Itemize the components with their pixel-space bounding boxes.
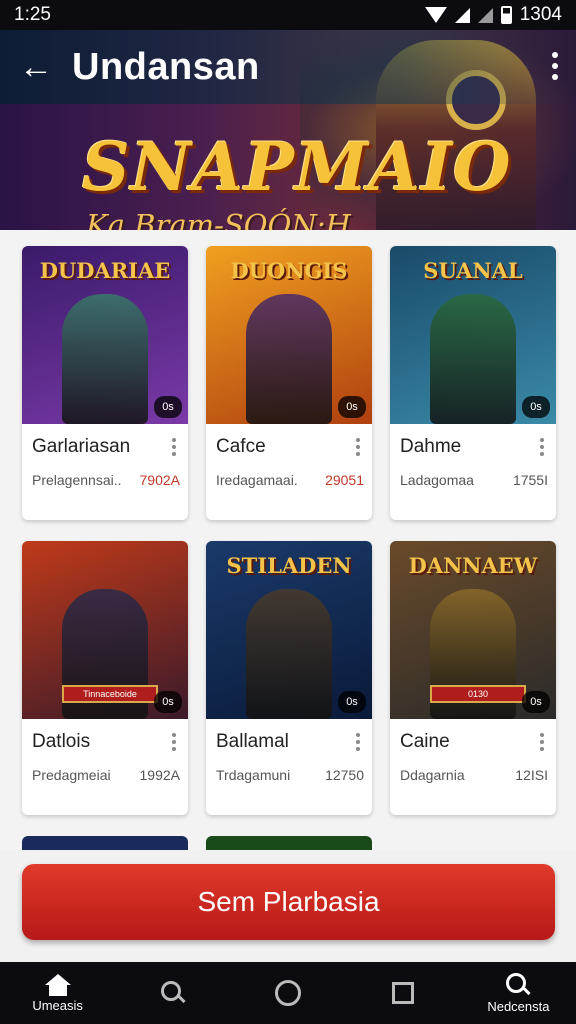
status-bar: 1:25 1304 <box>0 0 576 30</box>
game-card-subtitle: Ladagomaa <box>400 472 474 488</box>
game-card-title: Ballamal <box>216 731 289 752</box>
wifi-icon <box>424 7 447 23</box>
game-card-art-title: DUONGIS <box>230 258 348 283</box>
game-card-price: 7902A <box>139 472 180 488</box>
game-card-title: Cafce <box>216 436 266 457</box>
card-more-icon[interactable] <box>356 438 362 456</box>
search-icon-secondary <box>506 972 530 997</box>
app-bar: ← Undansan <box>0 30 576 104</box>
game-card-peek[interactable] <box>22 836 188 850</box>
game-card-badge: 0s <box>338 691 366 713</box>
status-right-text: 1304 <box>519 4 562 25</box>
game-card-title: Datlois <box>32 731 91 752</box>
game-card-subtitle: Predagmeiai <box>32 767 111 783</box>
game-card-art: STILADEN 0s <box>206 541 372 719</box>
game-grid: DUDARIAE 0s Garlariasan Prelagennsai.. 7… <box>0 230 576 850</box>
nav-home-label: Umeasis <box>32 997 83 1013</box>
game-card-art-title: DANNAEW <box>408 553 538 578</box>
game-card-badge: 0s <box>154 396 182 418</box>
game-card-subtitle: Trdagamuni <box>216 767 291 783</box>
status-icons: 1304 <box>424 4 562 26</box>
game-card-price: 12ISI <box>515 767 548 783</box>
game-card-title: Dahme <box>400 436 462 457</box>
card-more-icon[interactable] <box>172 733 178 751</box>
game-card-art-title: SUANAL <box>423 258 523 283</box>
game-card-subtitle: Prelagennsai.. <box>32 472 122 488</box>
card-more-icon[interactable] <box>356 733 362 751</box>
nav-right-label: Nedcensta <box>487 998 550 1014</box>
game-card-art-title: DUDARIAE <box>39 258 171 283</box>
game-card-price: 1755I <box>512 472 548 488</box>
game-card[interactable]: Tinnaceboide 0s Datlois Predagmeiai 1992… <box>22 541 188 815</box>
game-card-price: 1992A <box>139 767 180 783</box>
game-card[interactable]: DUDARIAE 0s Garlariasan Prelagennsai.. 7… <box>22 246 188 520</box>
bottom-nav: Umeasis Nedcensta <box>0 962 576 1024</box>
nav-home[interactable]: Umeasis <box>0 962 115 1024</box>
signal-icon <box>454 7 470 23</box>
card-more-icon[interactable] <box>172 438 178 456</box>
game-card-character <box>430 294 516 424</box>
game-card-badge: 0s <box>522 396 550 418</box>
game-card-art: DUONGIS 0s <box>206 246 372 424</box>
search-icon <box>160 981 185 1005</box>
primary-cta-button[interactable]: Sem Plarbasia <box>22 864 555 940</box>
nav-circle[interactable] <box>230 962 345 1024</box>
game-card-character <box>246 589 332 719</box>
game-card-title: Caine <box>400 731 450 752</box>
game-card-art: DANNAEW 0130 0s <box>390 541 556 719</box>
game-card-character <box>246 294 332 424</box>
circle-icon <box>275 980 301 1006</box>
more-options-button[interactable] <box>552 52 558 80</box>
square-icon <box>392 982 415 1004</box>
game-card-price: 29051 <box>325 472 364 488</box>
game-card-price: 12750 <box>325 767 364 783</box>
game-card[interactable]: STILADEN 0s Ballamal Trdagamuni 12750 <box>206 541 372 815</box>
signal-icon-2 <box>477 7 493 23</box>
game-card-art: DUDARIAE 0s <box>22 246 188 424</box>
back-arrow-icon: ← <box>19 47 53 86</box>
game-card-badge: 0s <box>338 396 366 418</box>
status-time: 1:25 <box>14 4 51 25</box>
card-more-icon[interactable] <box>540 438 546 456</box>
game-card-peek[interactable] <box>206 836 372 850</box>
nav-right[interactable]: Nedcensta <box>461 962 576 1024</box>
nav-square[interactable] <box>346 962 461 1024</box>
game-card-subtitle: Ddagarnia <box>400 767 465 783</box>
game-card-badge: 0s <box>154 691 182 713</box>
game-card-art: SUANAL 0s <box>390 246 556 424</box>
card-more-icon[interactable] <box>540 733 546 751</box>
game-card-art: Tinnaceboide 0s <box>22 541 188 719</box>
game-card-title: Garlariasan <box>32 436 131 457</box>
back-button[interactable]: ← <box>0 30 72 104</box>
game-card[interactable]: DANNAEW 0130 0s Caine Ddagarnia 12ISI <box>390 541 556 815</box>
game-card[interactable]: DUONGIS 0s Cafce Iredagamaai. 29051 <box>206 246 372 520</box>
game-card-subtitle: Iredagamaai. <box>216 472 298 488</box>
game-card-badge: 0s <box>522 691 550 713</box>
home-icon <box>44 973 71 996</box>
page-title: Undansan <box>72 45 260 88</box>
nav-search[interactable] <box>115 962 230 1024</box>
game-card[interactable]: SUANAL 0s Dahme Ladagomaa 1755I <box>390 246 556 520</box>
hero-title: SNAPMAIO <box>82 128 512 206</box>
game-card-art-title: STILADEN <box>226 553 352 578</box>
game-card-banner: 0130 <box>430 685 526 703</box>
battery-icon <box>500 6 512 24</box>
game-card-character <box>62 294 148 424</box>
hero-subtitle: Ka Bram-SOÓN:H <box>86 208 351 230</box>
game-card-banner: Tinnaceboide <box>62 685 158 703</box>
